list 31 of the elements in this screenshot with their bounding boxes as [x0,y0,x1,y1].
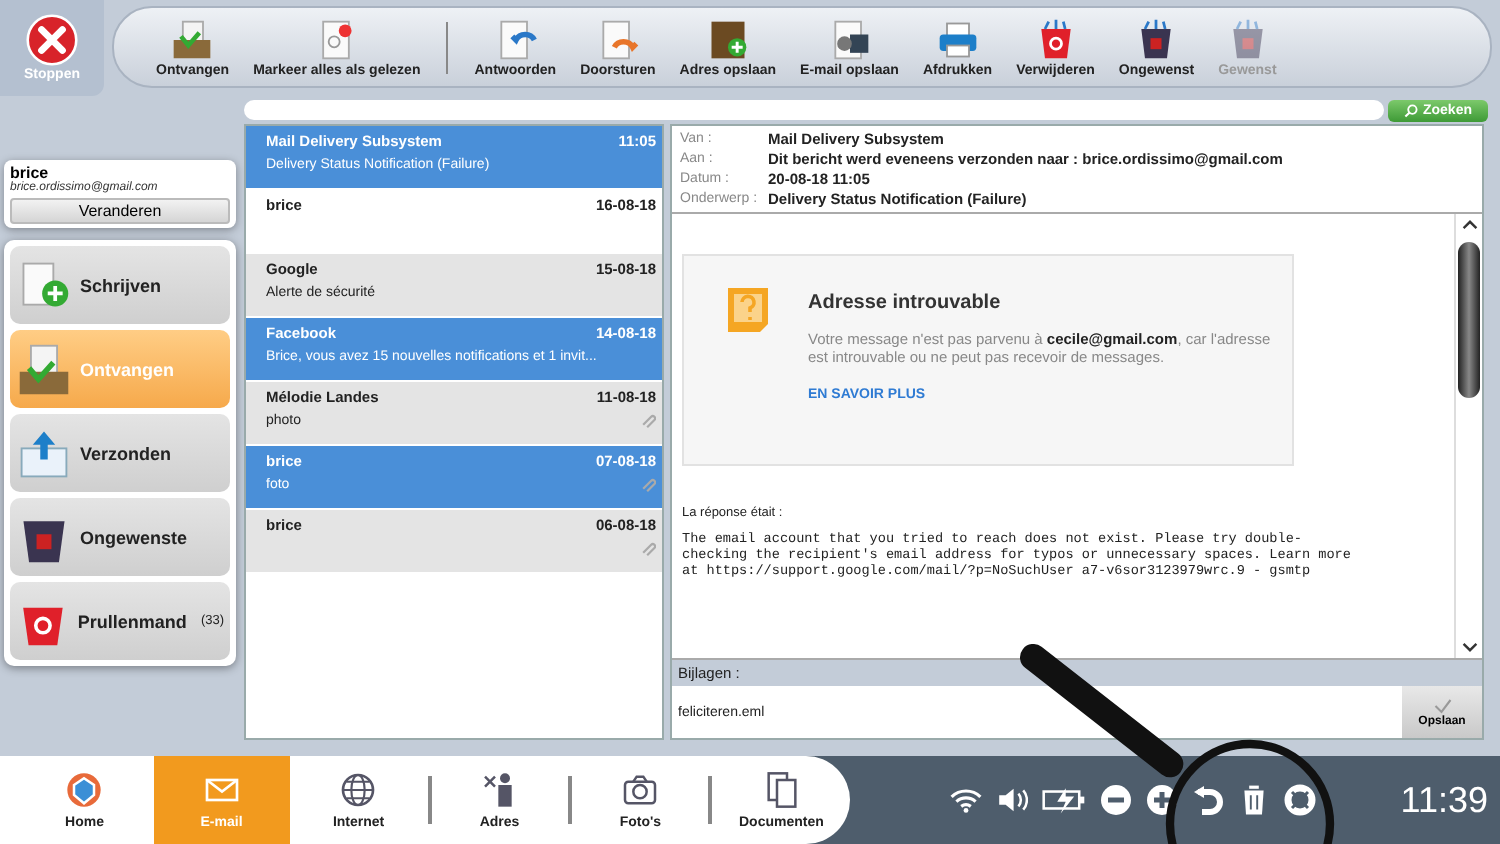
scrollbar[interactable] [1454,214,1482,658]
folder-button[interactable]: Schrijven [10,246,230,324]
folder-button[interactable]: Verzonden [10,414,230,492]
scroll-up-icon [1461,220,1477,230]
volume-icon[interactable] [996,784,1028,816]
home-icon [64,770,105,810]
check-icon [1433,697,1451,713]
printer-icon [935,17,980,61]
zoom-out-icon[interactable] [1100,784,1132,816]
documents-icon [761,770,802,810]
wifi-icon[interactable] [950,784,982,816]
close-icon [26,14,78,66]
clock: 11:39 [1400,779,1488,821]
account-name: brice [10,164,49,182]
inbox-icon [170,17,215,61]
camera-icon [620,770,661,810]
lifebuoy-icon[interactable] [1284,784,1316,816]
search-icon [1404,103,1419,117]
question-icon [724,284,772,336]
scrollbar-thumb[interactable] [1458,242,1480,398]
search-field[interactable] [244,100,1385,120]
folder-button[interactable]: Ongewenste [10,498,230,576]
inbox-icon [16,341,72,397]
zoom-in-icon[interactable] [1146,784,1178,816]
scroll-down-icon [1461,642,1477,652]
change-account-button[interactable]: Veranderen [10,198,230,224]
battery-charging-icon[interactable] [1042,784,1086,816]
undo-arrow-icon[interactable] [1192,784,1224,816]
notice-title: Adresse introuvable [808,292,1001,314]
trash-icon[interactable] [1238,784,1270,816]
globe-icon [338,770,379,810]
